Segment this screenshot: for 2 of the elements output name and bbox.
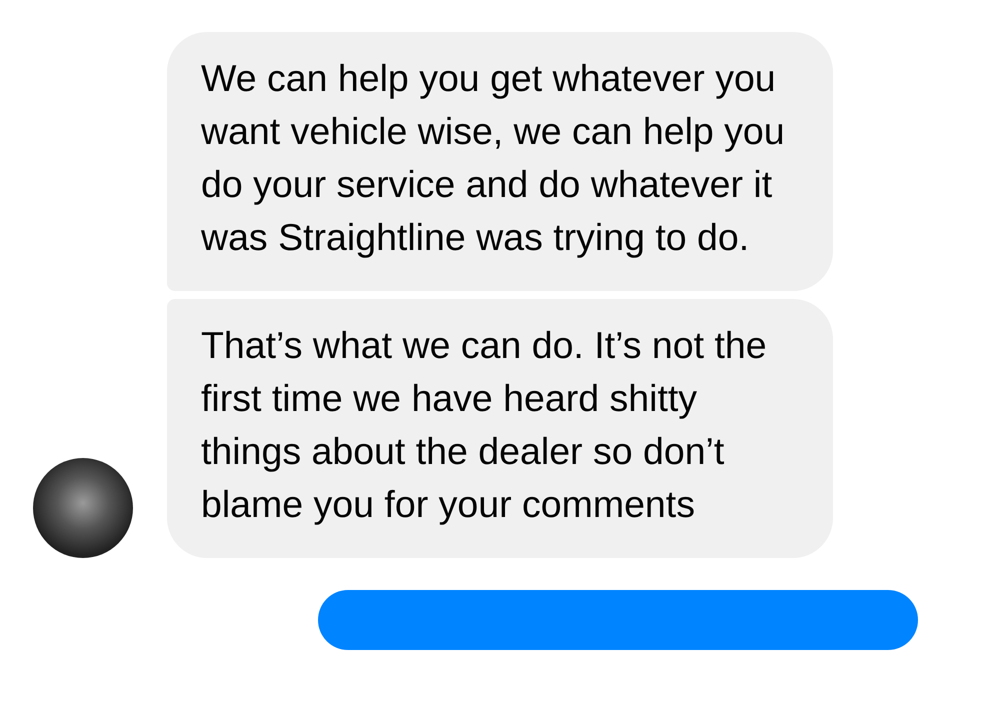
message-bubble: That’s what we can do. It’s not the first time we have heard shitty things about the dealer so don’t blame you for your comments	[167, 299, 833, 558]
message-bubble: We can help you get whatever you want vehicle wise, we can help you do your service and do whatever it was Straightline was trying to do.	[167, 32, 833, 291]
